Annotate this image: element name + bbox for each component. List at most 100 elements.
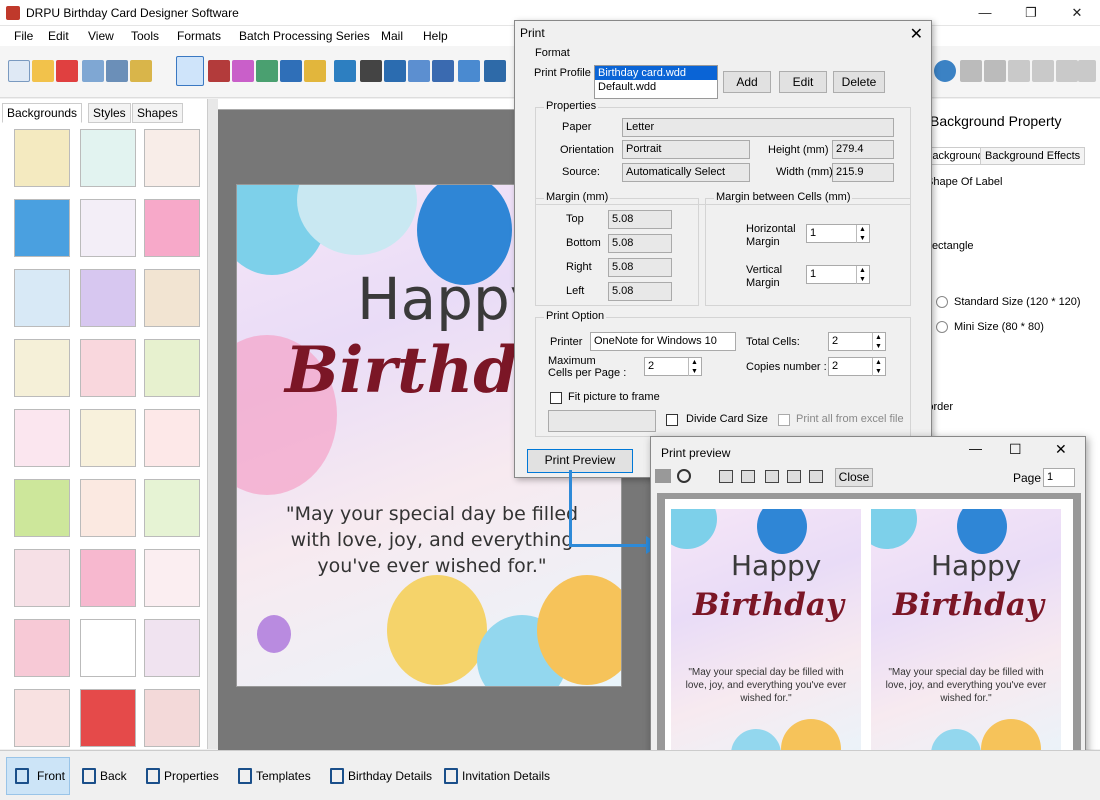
background-thumb[interactable] [144, 199, 200, 257]
background-thumb[interactable] [144, 549, 200, 607]
background-thumb[interactable] [80, 129, 136, 187]
background-thumb[interactable] [14, 199, 70, 257]
background-thumb[interactable] [80, 339, 136, 397]
paper-field[interactable]: Letter [622, 118, 894, 137]
invitation-details-button[interactable]: Invitation Details [442, 761, 550, 791]
print-setup-icon[interactable] [208, 60, 230, 82]
background-thumb[interactable] [14, 269, 70, 327]
mini-size-radio[interactable] [936, 321, 948, 333]
menu-tools[interactable]: Tools [131, 29, 159, 43]
print-preview-button[interactable]: Print Preview [527, 449, 633, 473]
margin-right-field[interactable]: 5.08 [608, 258, 672, 277]
background-thumb[interactable] [144, 409, 200, 467]
menu-view[interactable]: View [88, 29, 114, 43]
open-icon[interactable] [32, 60, 54, 82]
fit-picture-select[interactable] [548, 410, 656, 432]
preview-close-button[interactable]: Close [835, 468, 873, 487]
background-thumb[interactable] [80, 479, 136, 537]
background-thumb[interactable] [144, 269, 200, 327]
total-cells-spin[interactable]: ▲ ▼ [872, 333, 884, 351]
background-thumb[interactable] [14, 689, 70, 747]
birthday-details-button[interactable]: Birthday Details [328, 761, 432, 791]
tab-shapes[interactable]: Shapes [132, 103, 183, 123]
tab-background-effects[interactable]: Background Effects [980, 147, 1086, 165]
unlock-icon[interactable] [984, 60, 1006, 82]
shapes-icon[interactable] [304, 60, 326, 82]
arrow-left-icon[interactable] [1008, 60, 1030, 82]
background-thumb[interactable] [80, 409, 136, 467]
profile-item[interactable]: Default.wdd [595, 80, 717, 94]
margin-left-field[interactable]: 5.08 [608, 282, 672, 301]
background-thumb[interactable] [14, 549, 70, 607]
flip-icon[interactable] [1032, 60, 1054, 82]
margin-bottom-field[interactable]: 5.08 [608, 234, 672, 253]
arrow-right-icon[interactable] [1056, 60, 1078, 82]
two-page-icon[interactable] [741, 470, 755, 483]
dialog-close-button[interactable]: ✕ [910, 24, 923, 44]
menu-batch[interactable]: Batch Processing Series [239, 29, 370, 43]
background-thumb[interactable] [144, 479, 200, 537]
edit-profile-button[interactable]: Edit [779, 71, 827, 93]
max-cells-spin[interactable]: ▲ ▼ [688, 358, 700, 376]
properties-button[interactable]: Properties [144, 761, 219, 791]
close-doc-icon[interactable] [56, 60, 78, 82]
excel-checkbox[interactable] [778, 414, 790, 426]
mail-icon[interactable] [458, 60, 480, 82]
add-profile-button[interactable]: Add [723, 71, 771, 93]
profile-item-selected[interactable]: Birthday card.wdd [595, 66, 717, 80]
image-icon[interactable] [256, 60, 278, 82]
menu-edit[interactable]: Edit [48, 29, 69, 43]
background-thumb[interactable] [144, 129, 200, 187]
background-thumb[interactable] [144, 339, 200, 397]
background-thumb[interactable] [144, 689, 200, 747]
menu-help[interactable]: Help [423, 29, 448, 43]
restore-button[interactable]: ❐ [1008, 0, 1054, 26]
tab-backgrounds[interactable]: Backgrounds [2, 103, 83, 123]
printer-select[interactable]: OneNote for Windows 10 [590, 332, 736, 351]
templates-button[interactable]: Templates [236, 761, 311, 791]
background-thumb[interactable] [80, 269, 136, 327]
barcode-icon[interactable] [360, 60, 382, 82]
background-thumb[interactable] [80, 689, 136, 747]
preview-maximize-button[interactable]: ☐ [1009, 441, 1022, 458]
preview-minimize-button[interactable]: — [969, 441, 982, 456]
gift-icon[interactable] [232, 60, 254, 82]
menu-file[interactable]: File [14, 29, 33, 43]
three-page-icon[interactable] [765, 470, 779, 483]
new-icon[interactable] [8, 60, 30, 82]
background-thumb[interactable] [144, 619, 200, 677]
back-button[interactable]: Back [80, 761, 127, 791]
zoom-out-icon[interactable] [934, 60, 956, 82]
pen-icon[interactable] [280, 60, 302, 82]
divide-card-checkbox[interactable] [666, 414, 678, 426]
background-thumb[interactable] [14, 409, 70, 467]
lock-icon[interactable] [960, 60, 982, 82]
standard-size-radio[interactable] [936, 296, 948, 308]
export-icon[interactable] [130, 60, 152, 82]
minimize-button[interactable]: — [962, 0, 1008, 26]
wordart-icon[interactable] [334, 60, 356, 82]
four-page-icon[interactable] [787, 470, 801, 483]
height-field[interactable]: 279.4 [832, 140, 894, 159]
orientation-field[interactable]: Portrait [622, 140, 750, 159]
save-icon[interactable] [82, 60, 104, 82]
save-as-icon[interactable] [106, 60, 128, 82]
line-icon[interactable] [484, 60, 506, 82]
page-field[interactable]: 1 [1043, 468, 1075, 487]
signature-icon[interactable] [432, 60, 454, 82]
fit-picture-checkbox[interactable] [550, 392, 562, 404]
menu-formats[interactable]: Formats [177, 29, 221, 43]
text-box-icon[interactable] [408, 60, 430, 82]
background-thumb[interactable] [80, 619, 136, 677]
menu-mail[interactable]: Mail [381, 29, 403, 43]
width-field[interactable]: 215.9 [832, 163, 894, 182]
zoom-icon[interactable] [677, 469, 691, 483]
background-thumb[interactable] [14, 479, 70, 537]
source-field[interactable]: Automatically Select [622, 163, 750, 182]
horizontal-spin[interactable]: ▲ ▼ [856, 225, 868, 243]
tab-styles[interactable]: Styles [88, 103, 131, 123]
printer-icon[interactable] [655, 469, 671, 483]
background-thumb[interactable] [14, 619, 70, 677]
six-page-icon[interactable] [809, 470, 823, 483]
background-thumb[interactable] [80, 199, 136, 257]
